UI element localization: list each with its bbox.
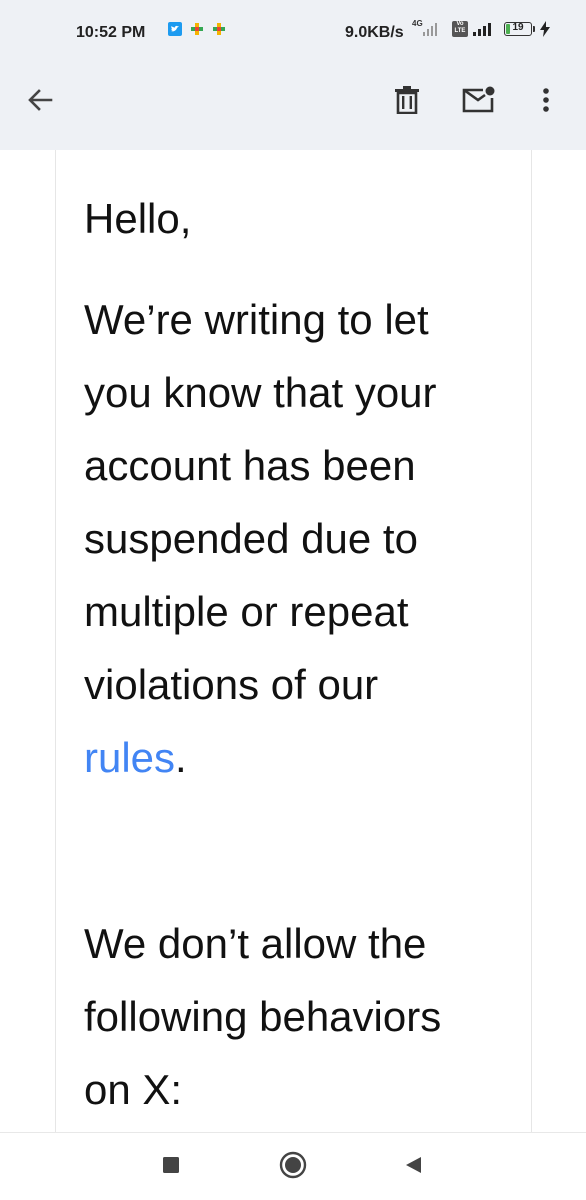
home-button[interactable] <box>273 1147 313 1187</box>
network-rate: 9.0KB/s <box>345 24 404 41</box>
recent-apps-button[interactable] <box>151 1147 191 1187</box>
mark-unread-button[interactable] <box>456 80 500 124</box>
paragraph-line: you know that your <box>84 369 437 416</box>
back-icon <box>403 1155 423 1180</box>
delete-button[interactable] <box>385 80 429 124</box>
battery-icon: 19 <box>504 22 532 36</box>
app-notification-icon <box>212 22 226 36</box>
recent-apps-icon <box>162 1156 180 1179</box>
email-greeting: Hello, <box>84 182 191 255</box>
back-button[interactable] <box>18 80 62 124</box>
rules-line: rules. <box>84 721 504 794</box>
signal-icon: 4G <box>410 20 440 38</box>
battery-tip <box>533 26 535 32</box>
paragraph-line: We’re writing to let <box>84 296 429 343</box>
more-vert-icon <box>542 87 550 118</box>
rules-link[interactable]: rules <box>84 734 175 781</box>
greeting-text: Hello, <box>84 195 192 242</box>
paragraph-line: on X: <box>84 1066 183 1113</box>
paragraph-line: account has been <box>84 442 416 489</box>
notification-icons <box>168 22 226 36</box>
volte-label: Vo LTE <box>454 21 466 34</box>
email-toolbar <box>0 66 586 150</box>
twitter-icon <box>168 22 182 36</box>
paragraph-line: multiple or repeat <box>84 588 409 635</box>
email-paragraph-suspension: We’re writing to let you know that your … <box>84 283 504 794</box>
charging-icon <box>539 21 551 37</box>
paragraph-line: We don’t allow the <box>84 920 427 967</box>
volte-icon: Vo LTE <box>452 21 468 37</box>
system-icons: 4G Vo LTE 19 <box>410 20 551 38</box>
paragraph-line: suspended due to <box>84 515 418 562</box>
back-arrow-icon <box>27 87 53 118</box>
rules-suffix: . <box>175 734 187 781</box>
battery-level: 19 <box>512 22 524 33</box>
mark-unread-icon <box>461 86 495 119</box>
system-nav-bar <box>0 1132 586 1200</box>
email-paragraph-behaviors: We don’t allow the following behaviors o… <box>84 907 514 1126</box>
delete-icon <box>394 85 420 119</box>
email-screen: 10:52 PM 9.0KB/s 4G Vo LTE 19 Hello, We’… <box>0 0 586 1200</box>
home-icon <box>279 1151 307 1184</box>
paragraph-line: following behaviors <box>84 993 442 1040</box>
more-options-button[interactable] <box>524 80 568 124</box>
status-bar: 10:52 PM 9.0KB/s 4G Vo LTE 19 <box>0 0 586 66</box>
status-time: 10:52 PM <box>76 24 146 41</box>
signal-icon <box>472 21 494 37</box>
app-notification-icon <box>190 22 204 36</box>
paragraph-line: violations of our <box>84 661 379 708</box>
nav-back-button[interactable] <box>393 1147 433 1187</box>
